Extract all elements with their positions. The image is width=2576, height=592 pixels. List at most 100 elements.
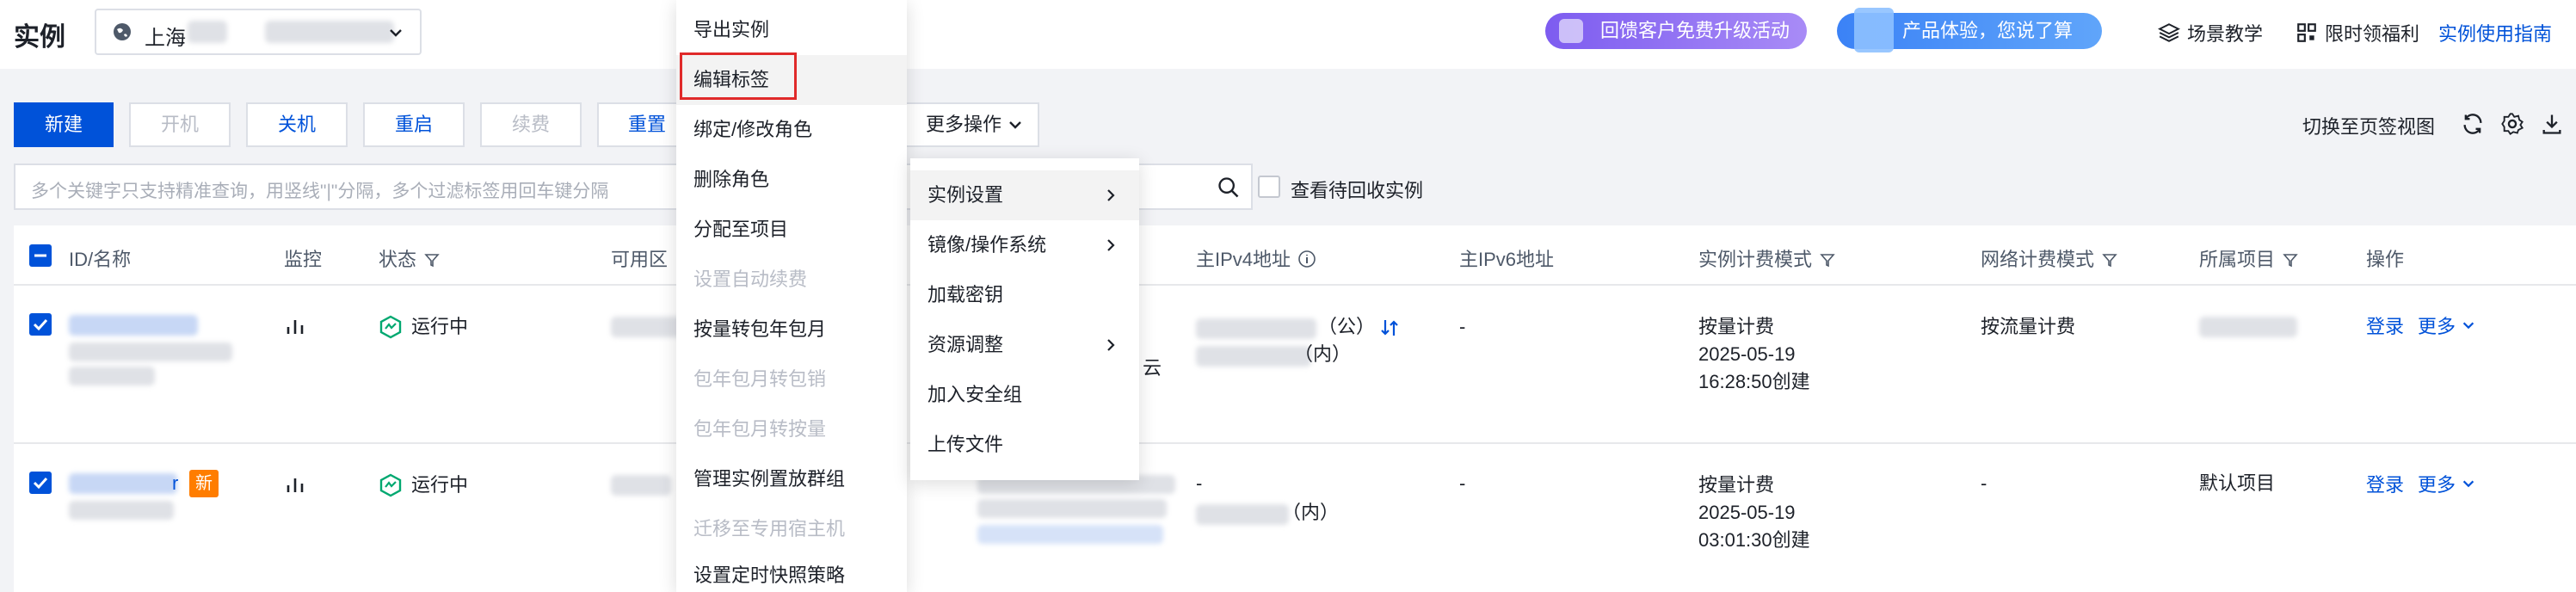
login-link[interactable]: 登录 bbox=[2366, 313, 2404, 341]
chevron-down-icon bbox=[1009, 121, 1021, 129]
net-billing-mode: 按流量计费 bbox=[1981, 316, 2076, 337]
filter-icon[interactable] bbox=[2282, 251, 2299, 268]
instance-console: 实例 上海 回馈客户免费升级活动 产品体验，您说了算 场景教学 限时领福利 实例… bbox=[0, 0, 2576, 592]
document-icon bbox=[1854, 8, 1894, 52]
zone-tail-text: 云 bbox=[1143, 357, 1162, 379]
promo-feedback-banner[interactable]: 产品体验，您说了算 bbox=[1837, 8, 2102, 52]
instance-name-blurred bbox=[69, 342, 232, 361]
refresh-icon[interactable] bbox=[2461, 112, 2485, 136]
start-button[interactable]: 开机 bbox=[129, 102, 231, 147]
filter-icon[interactable] bbox=[423, 251, 441, 268]
th-project[interactable]: 所属项目 bbox=[2199, 244, 2299, 272]
project-blurred bbox=[2199, 317, 2297, 337]
instance-id-suffix[interactable]: r bbox=[172, 470, 178, 497]
chevron-right-icon bbox=[1107, 189, 1115, 201]
globe-icon bbox=[114, 23, 131, 40]
info-icon[interactable] bbox=[1297, 250, 1316, 268]
filter-icon[interactable] bbox=[1819, 251, 1836, 268]
login-link[interactable]: 登录 bbox=[2366, 472, 2404, 499]
instance-guide-label: 实例使用指南 bbox=[2438, 23, 2553, 45]
submenu-label: 镜像/操作系统 bbox=[927, 234, 1047, 256]
instance-guide-link[interactable]: 实例使用指南 bbox=[2438, 19, 2552, 46]
public-ip-suffix: （公） bbox=[1318, 316, 1376, 337]
new-badge: 新 bbox=[189, 470, 219, 497]
menu-item-delete-role[interactable]: 删除角色 bbox=[676, 155, 907, 205]
submenu-item-instance-settings[interactable]: 实例设置 bbox=[910, 170, 1139, 220]
th-net-billing[interactable]: 网络计费模式 bbox=[1981, 244, 2118, 272]
row-more-dropdown[interactable]: 更多 bbox=[2418, 472, 2476, 499]
menu-item-placement-group[interactable]: 管理实例置放群组 bbox=[676, 454, 907, 504]
submenu-item-upload-file[interactable]: 上传文件 bbox=[910, 420, 1139, 470]
region-detail-blurred bbox=[188, 21, 227, 43]
bar-chart-icon[interactable] bbox=[284, 315, 306, 337]
submenu-item-resource-adjust[interactable]: 资源调整 bbox=[910, 320, 1139, 370]
submenu-item-load-key[interactable]: 加载密钥 bbox=[910, 270, 1139, 320]
welfare-link[interactable]: 限时领福利 bbox=[2296, 19, 2419, 46]
scene-tutorial-link[interactable]: 场景教学 bbox=[2157, 19, 2264, 46]
shutdown-button[interactable]: 关机 bbox=[246, 102, 348, 147]
more-operations-dropdown[interactable]: 更多操作 bbox=[902, 102, 1039, 147]
search-icon[interactable] bbox=[1217, 176, 1241, 200]
region-selector[interactable]: 上海 bbox=[95, 9, 422, 55]
menu-item-export[interactable]: 导出实例 bbox=[676, 5, 907, 55]
instance-id-link-blurred[interactable] bbox=[69, 315, 198, 336]
bar-chart-icon[interactable] bbox=[284, 473, 306, 496]
row-checkbox[interactable] bbox=[29, 313, 52, 336]
chevron-right-icon bbox=[1107, 339, 1115, 351]
filter-icon[interactable] bbox=[2101, 251, 2118, 268]
instance-table: ID/名称 监控 状态 可用区 主IPv4地址 主IPv6地址 实例计费模式 网… bbox=[14, 225, 2576, 592]
menu-item-payg-to-monthly[interactable]: 按量转包年包月 bbox=[676, 305, 907, 355]
th-actions: 操作 bbox=[2366, 249, 2405, 270]
status-text: 运行中 bbox=[411, 316, 469, 337]
region-zone-blurred bbox=[265, 21, 394, 43]
billing-mode: 按量计费 bbox=[1698, 474, 1775, 496]
new-button[interactable]: 新建 bbox=[14, 102, 114, 147]
switch-tab-view-button[interactable]: 切换至页签视图 bbox=[2302, 112, 2435, 139]
row-more-dropdown[interactable]: 更多 bbox=[2418, 313, 2476, 341]
gear-icon[interactable] bbox=[2500, 112, 2524, 136]
menu-item-bind-role[interactable]: 绑定/修改角色 bbox=[676, 105, 907, 155]
th-id: ID/名称 bbox=[69, 249, 132, 270]
private-ip-suffix: （内） bbox=[1294, 343, 1352, 365]
renew-button[interactable]: 续费 bbox=[480, 102, 582, 147]
region-label: 上海 bbox=[145, 27, 186, 50]
swap-ip-icon[interactable] bbox=[1378, 317, 1401, 339]
submenu-item-security-group[interactable]: 加入安全组 bbox=[910, 370, 1139, 420]
instance-id-link-blurred[interactable] bbox=[69, 473, 177, 494]
page-title: 实例 bbox=[14, 23, 65, 52]
scene-tutorial-label: 场景教学 bbox=[2187, 23, 2264, 45]
th-ipv4: 主IPv4地址 bbox=[1196, 244, 1316, 272]
menu-item-auto-renew[interactable]: 设置自动续费 bbox=[676, 255, 907, 305]
public-ip-blurred bbox=[1196, 318, 1316, 339]
row-checkbox[interactable] bbox=[29, 472, 52, 494]
submenu-label: 实例设置 bbox=[927, 184, 1004, 206]
menu-item-snapshot-policy[interactable]: 设置定时快照策略 bbox=[676, 551, 907, 592]
private-ip-suffix: （内） bbox=[1282, 502, 1340, 523]
gift-icon bbox=[1559, 19, 1583, 43]
th-billing[interactable]: 实例计费模式 bbox=[1698, 244, 1836, 272]
recycle-label: 查看待回收实例 bbox=[1291, 180, 1424, 201]
ipv6-value: - bbox=[1459, 472, 1466, 494]
menu-item-monthly-to-payg[interactable]: 包年包月转按量 bbox=[676, 404, 907, 454]
table-row: r 新 运行中 - （内） - 按量计费 2025-05-19 03:01:30… bbox=[14, 444, 2576, 592]
table-header: ID/名称 监控 状态 可用区 主IPv4地址 主IPv6地址 实例计费模式 网… bbox=[14, 225, 2576, 286]
chevron-down-icon bbox=[390, 29, 402, 37]
instance-submenu: 实例设置 镜像/操作系统 加载密钥 资源调整 加入安全组 上传文件 bbox=[910, 158, 1139, 480]
restart-button[interactable]: 重启 bbox=[363, 102, 465, 147]
zone-blurred bbox=[611, 475, 671, 496]
menu-item-assign-project[interactable]: 分配至项目 bbox=[676, 205, 907, 255]
promo-upgrade-banner[interactable]: 回馈客户免费升级活动 bbox=[1545, 13, 1807, 49]
th-status[interactable]: 状态 bbox=[379, 244, 441, 272]
submenu-item-image-os[interactable]: 镜像/操作系统 bbox=[910, 220, 1139, 270]
created-time: 16:28:50创建 bbox=[1698, 371, 1810, 392]
more-operations-label: 更多操作 bbox=[926, 114, 1002, 135]
recycle-checkbox[interactable] bbox=[1258, 176, 1280, 198]
select-all-checkbox[interactable] bbox=[29, 244, 52, 267]
menu-item-monthly-to-bundle[interactable]: 包年包月转包销 bbox=[676, 355, 907, 404]
menu-item-migrate-host[interactable]: 迁移至专用宿主机 bbox=[676, 504, 907, 554]
zone-detail-blurred bbox=[977, 499, 1167, 518]
reset-password-button[interactable]: 重置密 bbox=[597, 102, 680, 147]
zone-link-blurred bbox=[977, 525, 1163, 544]
download-icon[interactable] bbox=[2540, 112, 2564, 136]
th-billing-label: 实例计费模式 bbox=[1698, 249, 1813, 270]
